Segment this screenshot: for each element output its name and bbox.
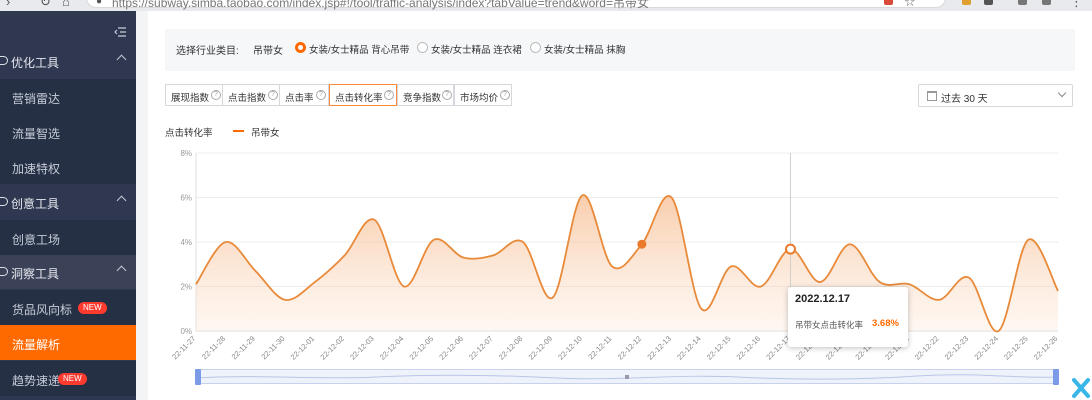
url-field[interactable]: https://subway.simba.taobao.com/index.js… xyxy=(112,0,649,11)
new-badge: NEW xyxy=(78,302,107,314)
x-tick-label: 22-12-15 xyxy=(705,334,733,362)
x-tick-label: 22-12-11 xyxy=(586,334,613,361)
sidebar-group-label: 洞察工具 xyxy=(11,267,60,281)
sidebar-group-label: 优化工具 xyxy=(11,56,60,70)
sidebar-item-traffic-analysis[interactable]: 流量解析 xyxy=(0,325,136,360)
chevron-up-icon xyxy=(116,195,127,206)
tooltip-date: 2022.12.17 xyxy=(795,293,851,305)
data-point-highlight xyxy=(784,243,796,255)
tooltip-label: 吊带女点击转化率 xyxy=(795,320,864,330)
chevron-up-icon xyxy=(116,265,127,276)
x-tick-label: 22-11-29 xyxy=(230,334,257,361)
data-zoom-slider[interactable] xyxy=(195,369,1059,385)
y-tick-label: 2% xyxy=(180,283,192,292)
browser-address-bar: › ↻ ⌂ ● https://subway.simba.taobao.com/… xyxy=(0,0,1092,11)
x-tick-label: 22-12-07 xyxy=(467,334,495,362)
sidebar-item-traffic-select[interactable]: 流量智选 xyxy=(0,114,136,149)
back-icon[interactable]: › xyxy=(6,0,10,9)
x-tick-label: 22-12-08 xyxy=(497,334,525,362)
sidebar-toggle-icon[interactable] xyxy=(1042,0,1051,5)
sidebar-group-optimize[interactable]: 优化工具 xyxy=(0,44,136,78)
extensions-icon[interactable] xyxy=(1018,0,1027,5)
x-tick-label: 22-12-23 xyxy=(943,334,971,362)
x-tick-label: 22-12-14 xyxy=(675,334,703,362)
y-tick-label: 6% xyxy=(180,194,192,203)
slider-left-handle[interactable] xyxy=(195,369,201,385)
reload-icon[interactable]: ↻ xyxy=(40,0,51,10)
x-tick-label: 22-12-10 xyxy=(556,334,584,362)
collapse-menu-icon[interactable] xyxy=(114,27,126,37)
x-tick-label: 22-12-09 xyxy=(527,334,555,362)
apps-icon[interactable] xyxy=(984,0,993,5)
x-tick-label: 22-12-13 xyxy=(645,334,673,362)
new-badge: NEW xyxy=(58,373,87,385)
x-tick-label: 22-11-27 xyxy=(170,334,197,361)
trend-chart[interactable]: 0%2%4%6%8%22-11-27 22-11-28 22-11-29 22-11-… xyxy=(148,11,1092,400)
sidebar-item-label: 流量智选 xyxy=(12,127,61,141)
x-tick-label: 22-12-05 xyxy=(408,334,436,362)
home-icon[interactable]: ⌂ xyxy=(62,0,70,9)
sidebar-group-creative[interactable]: 创意工具 xyxy=(0,185,136,219)
x-tick-label: 22-12-02 xyxy=(318,334,346,362)
creative-icon xyxy=(0,197,8,206)
x-tick-label: 22-12-03 xyxy=(348,334,376,362)
assistant-logo-icon[interactable] xyxy=(1070,374,1092,400)
x-tick-label: 22-11-28 xyxy=(200,334,227,361)
slider-right-handle[interactable] xyxy=(1053,369,1059,385)
sidebar-item-product-trend[interactable]: 货品风向标 NEW xyxy=(0,290,136,325)
chart-tooltip: 2022.12.17 吊带女点击转化率 3.68% xyxy=(788,287,908,347)
optimize-icon xyxy=(0,56,8,65)
sidebar-item-label: 货品风向标 xyxy=(12,303,73,317)
x-tick-label: 22-12-16 xyxy=(735,334,763,362)
sidebar-item-trend-express[interactable]: 趋势速递 NEW xyxy=(0,361,136,396)
sidebar-item-creative-workshop[interactable]: 创意工场 xyxy=(0,220,136,255)
sidebar-group-insight[interactable]: 洞察工具 xyxy=(0,255,136,289)
sidebar-item-label: 趋势速递 xyxy=(12,374,61,388)
x-tick-label: 22-12-22 xyxy=(913,334,941,362)
tooltip-value: 3.68% xyxy=(872,318,899,329)
main-panel: 选择行业类目: 吊带女 女装/女士精品 背心吊带 女装/女士精品 连衣裙 女装/… xyxy=(148,11,1092,400)
x-tick-label: 22-12-25 xyxy=(1002,334,1030,362)
x-tick-label: 22-12-26 xyxy=(1032,334,1060,362)
sidebar-item-accelerate[interactable]: 加速特权 xyxy=(0,149,136,184)
profile-icon[interactable] xyxy=(962,0,971,5)
slider-center-grip[interactable] xyxy=(625,375,629,379)
x-tick-label: 22-12-12 xyxy=(616,334,644,362)
y-tick-label: 4% xyxy=(180,238,192,247)
app-root: › ↻ ⌂ ● https://subway.simba.taobao.com/… xyxy=(0,0,1092,400)
x-tick-label: 22-12-01 xyxy=(289,334,317,362)
sidebar-item-marketing-radar[interactable]: 营销雷达 xyxy=(0,79,136,114)
y-tick-label: 8% xyxy=(180,149,192,158)
sidebar: 优化工具 营销雷达 流量智选 加速特权 创意工具 创意工场 洞察工具 货品风向标… xyxy=(0,11,136,400)
extension-icon[interactable] xyxy=(884,0,893,5)
sidebar-item-label: 创意工场 xyxy=(12,233,61,247)
sidebar-item-label: 营销雷达 xyxy=(12,92,61,106)
menu-icon[interactable]: ⋮ xyxy=(1070,0,1083,10)
data-point-marker xyxy=(637,239,647,249)
star-icon[interactable]: ☆ xyxy=(904,0,916,10)
x-tick-label: 22-12-24 xyxy=(972,334,1000,362)
x-tick-label: 22-12-06 xyxy=(437,334,465,362)
sidebar-group-label: 创意工具 xyxy=(11,197,60,211)
insight-icon xyxy=(0,267,8,276)
sidebar-item-label: 加速特权 xyxy=(12,162,61,176)
x-tick-label: 22-12-04 xyxy=(378,334,406,362)
x-tick-label: 22-11-30 xyxy=(259,334,286,361)
sidebar-item-label: 流量解析 xyxy=(12,338,61,352)
lock-icon: ● xyxy=(96,0,103,7)
chevron-up-icon xyxy=(116,54,127,65)
